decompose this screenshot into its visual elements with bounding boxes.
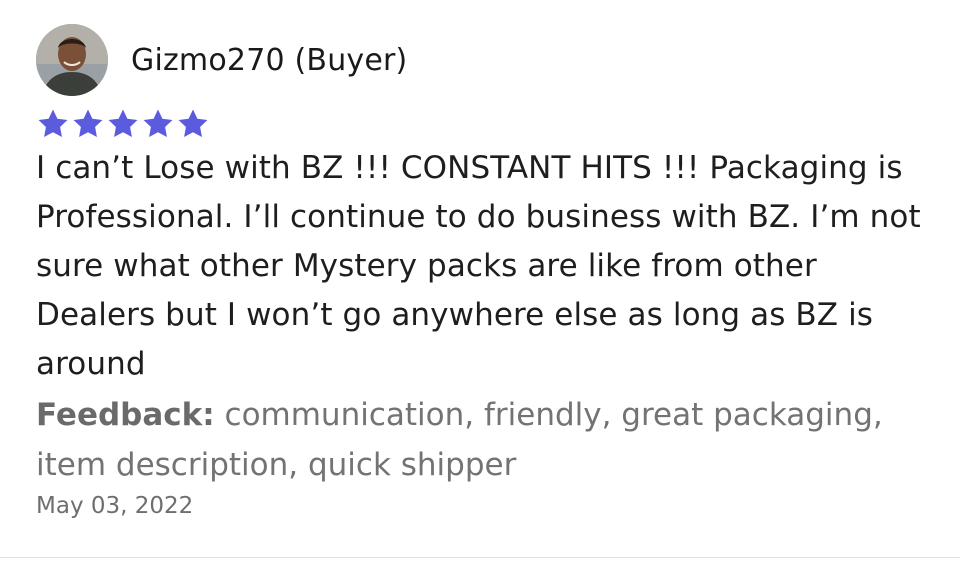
review-date: May 03, 2022 <box>36 493 194 519</box>
star-icon <box>73 109 103 138</box>
divider <box>0 557 960 558</box>
reviewer-name[interactable]: Gizmo270 (Buyer) <box>131 41 407 81</box>
star-icon <box>108 109 138 138</box>
star-icon <box>38 109 68 138</box>
star-icon <box>178 109 208 138</box>
avatar[interactable] <box>36 24 108 96</box>
review-card: Gizmo270 (Buyer) I can’t Lose with BZ !!… <box>0 0 960 561</box>
feedback-label: Feedback: <box>36 397 215 433</box>
feedback-line: Feedback: communication, friendly, great… <box>36 390 931 490</box>
star-icon <box>143 109 173 138</box>
avatar-photo-icon <box>36 24 108 96</box>
review-text: I can’t Lose with BZ !!! CONSTANT HITS !… <box>36 150 921 382</box>
star-rating <box>36 107 210 141</box>
